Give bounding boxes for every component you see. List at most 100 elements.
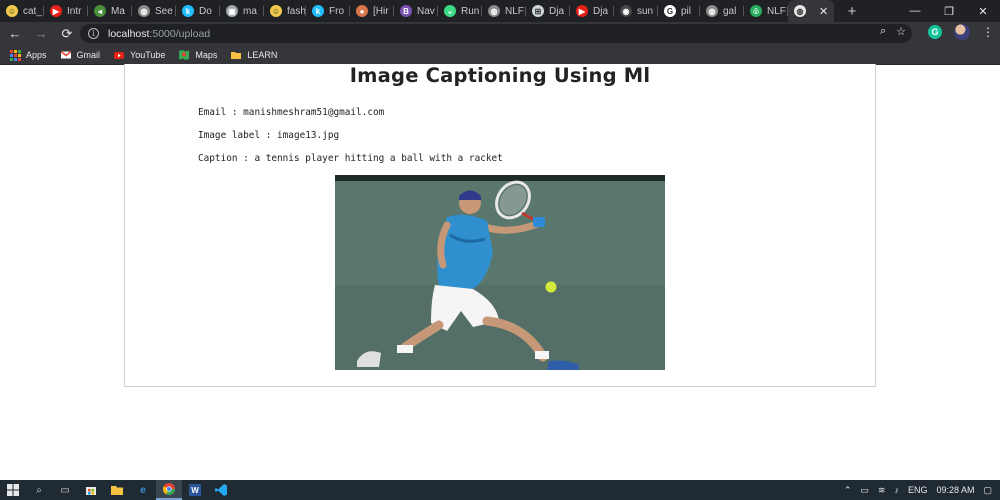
github-icon: ◉ bbox=[620, 5, 632, 17]
system-tray: ⌃ ▭ ≋ ♪ ENG 09:28 AM ▢ bbox=[844, 480, 992, 500]
bookmark-label: LEARN bbox=[247, 49, 278, 60]
battery-icon[interactable]: ▭ bbox=[860, 485, 869, 496]
bookmark-label: Gmail bbox=[76, 49, 101, 60]
browser-tab[interactable]: k Do bbox=[176, 0, 220, 22]
browser-tab[interactable]: Gpil bbox=[658, 0, 700, 22]
reload-icon[interactable]: ⟳ bbox=[56, 23, 78, 45]
browser-tab[interactable]: ☺ fash bbox=[264, 0, 306, 22]
django-icon: ⊞ bbox=[532, 5, 544, 17]
bookmarks-bar: Apps Gmail YouTube Maps LEARN bbox=[0, 45, 1000, 65]
tab-label: Ma bbox=[111, 5, 125, 17]
folder-icon bbox=[231, 51, 242, 59]
store-icon[interactable] bbox=[78, 480, 104, 500]
notifications-icon[interactable]: ▢ bbox=[983, 485, 992, 496]
avatar-icon: ● bbox=[356, 5, 368, 17]
profile-avatar[interactable] bbox=[954, 24, 970, 40]
browser-tab[interactable]: ▶ Dja bbox=[570, 0, 614, 22]
clock[interactable]: 09:28 AM bbox=[936, 485, 974, 495]
chrome-icon[interactable] bbox=[156, 480, 182, 500]
globe-icon: ◍ bbox=[706, 5, 718, 17]
tab-label: Run bbox=[461, 5, 480, 17]
address-bar[interactable]: i localhost:5000/upload ⌕ ☆ bbox=[80, 24, 912, 43]
bookmark-learn-folder[interactable]: LEARN bbox=[231, 50, 277, 60]
browser-tab[interactable]: ◂ Ma bbox=[88, 0, 132, 22]
minimize-button[interactable]: — bbox=[898, 0, 932, 22]
zoom-icon[interactable]: ⌕ bbox=[880, 25, 886, 38]
back-icon[interactable]: ← bbox=[4, 23, 26, 45]
file-explorer-icon[interactable] bbox=[104, 480, 130, 500]
search-icon[interactable]: ⌕ bbox=[26, 480, 52, 500]
tennis-player-photo bbox=[335, 175, 665, 370]
tab-label: Do bbox=[199, 5, 212, 17]
bookmark-youtube[interactable]: YouTube bbox=[114, 50, 165, 60]
android-icon: ◒ bbox=[444, 5, 456, 17]
url-path: :5000/upload bbox=[149, 27, 211, 40]
edge-icon[interactable]: e bbox=[130, 480, 156, 500]
browser-tab[interactable]: ◍ NLF bbox=[482, 0, 526, 22]
browser-tab[interactable]: ☺ cat_ bbox=[0, 0, 44, 22]
close-tab-icon[interactable]: ✕ bbox=[819, 5, 828, 18]
grammarly-extension-icon[interactable]: G bbox=[928, 25, 942, 39]
tab-label: Dja bbox=[593, 5, 609, 17]
apps-grid-icon bbox=[10, 49, 21, 61]
browser-tab[interactable]: k Fro bbox=[306, 0, 350, 22]
close-window-button[interactable]: ✕ bbox=[966, 0, 1000, 22]
kaggle-icon: k bbox=[182, 5, 194, 17]
bookmark-label: YouTube bbox=[130, 49, 166, 60]
browser-tab-active[interactable]: ◍ ✕ bbox=[788, 0, 834, 22]
restore-button[interactable]: ❐ bbox=[932, 0, 966, 22]
vscode-icon[interactable] bbox=[208, 480, 234, 500]
leaf-icon: ♧ bbox=[750, 5, 762, 17]
youtube-icon bbox=[114, 51, 125, 59]
bookmark-gmail[interactable]: Gmail bbox=[60, 49, 101, 60]
browser-tab[interactable]: ◉ sun bbox=[614, 0, 658, 22]
maps-icon bbox=[179, 49, 190, 60]
smiley-icon: ☺ bbox=[6, 5, 18, 17]
language-indicator[interactable]: ENG bbox=[908, 485, 928, 495]
windows-taskbar: ⌕ ▭ e W ⌃ ▭ ≋ ♪ ENG 09:28 AM ▢ bbox=[0, 480, 1000, 500]
site-info-icon[interactable]: i bbox=[88, 28, 99, 39]
result-card: Image Captioning Using Ml Email : manish… bbox=[124, 64, 876, 387]
browser-tab[interactable]: ⊞ Dja bbox=[526, 0, 570, 22]
tab-strip: ☺ cat_ ▶ Intr ◂ Ma ◍ See k Do ▣ ma ☺ fash k Fro ● [Hir B Na… bbox=[0, 0, 1000, 22]
caption-line: Caption : a tennis player hitting a ball… bbox=[198, 153, 503, 164]
word-icon[interactable]: W bbox=[182, 480, 208, 500]
tab-label: ma bbox=[243, 5, 257, 17]
image-label-line: Image label : image13.jpg bbox=[198, 130, 340, 141]
tab-label: [Hir bbox=[373, 5, 389, 17]
tab-label: NLF bbox=[767, 5, 786, 17]
chevron-up-icon[interactable]: ⌃ bbox=[844, 485, 852, 496]
volume-icon[interactable]: ♪ bbox=[894, 485, 899, 495]
browser-tab[interactable]: ◍ See bbox=[132, 0, 176, 22]
svg-text:W: W bbox=[191, 486, 199, 495]
bookmark-star-icon[interactable]: ☆ bbox=[896, 25, 906, 38]
bookmark-maps[interactable]: Maps bbox=[179, 49, 218, 60]
bookmark-apps[interactable]: Apps bbox=[10, 49, 47, 61]
tab-label: pil bbox=[681, 5, 692, 17]
tab-label: NLF bbox=[505, 5, 524, 17]
browser-tab[interactable]: B Nav bbox=[394, 0, 438, 22]
forward-icon[interactable]: → bbox=[30, 23, 52, 45]
start-icon[interactable] bbox=[0, 480, 26, 500]
globe-icon: ◍ bbox=[488, 5, 500, 17]
smiley-icon: ☺ bbox=[270, 5, 282, 17]
email-line: Email : manishmeshram51@gmail.com bbox=[198, 107, 385, 118]
wifi-icon[interactable]: ≋ bbox=[878, 485, 886, 496]
browser-tab[interactable]: ▶ Intr bbox=[44, 0, 88, 22]
slides-icon: ◂ bbox=[94, 5, 106, 17]
bookmark-label: Apps bbox=[26, 49, 47, 60]
browser-tab[interactable]: ♧ NLF bbox=[744, 0, 788, 22]
youtube-icon: ▶ bbox=[50, 5, 62, 17]
tab-label: Nav bbox=[417, 5, 435, 17]
tab-label: Fro bbox=[329, 5, 344, 17]
tab-label: Dja bbox=[549, 5, 565, 17]
new-tab-button[interactable]: + bbox=[844, 3, 860, 20]
browser-tab[interactable]: ▣ ma bbox=[220, 0, 264, 22]
bookmark-label: Maps bbox=[195, 49, 218, 60]
browser-tab[interactable]: ◒ Run bbox=[438, 0, 482, 22]
task-view-icon[interactable]: ▭ bbox=[52, 480, 78, 500]
menu-kebab-icon[interactable]: ⋮ bbox=[982, 25, 994, 39]
bootstrap-icon: B bbox=[400, 5, 412, 17]
browser-tab[interactable]: ◍ gal bbox=[700, 0, 744, 22]
browser-tab[interactable]: ● [Hir bbox=[350, 0, 394, 22]
